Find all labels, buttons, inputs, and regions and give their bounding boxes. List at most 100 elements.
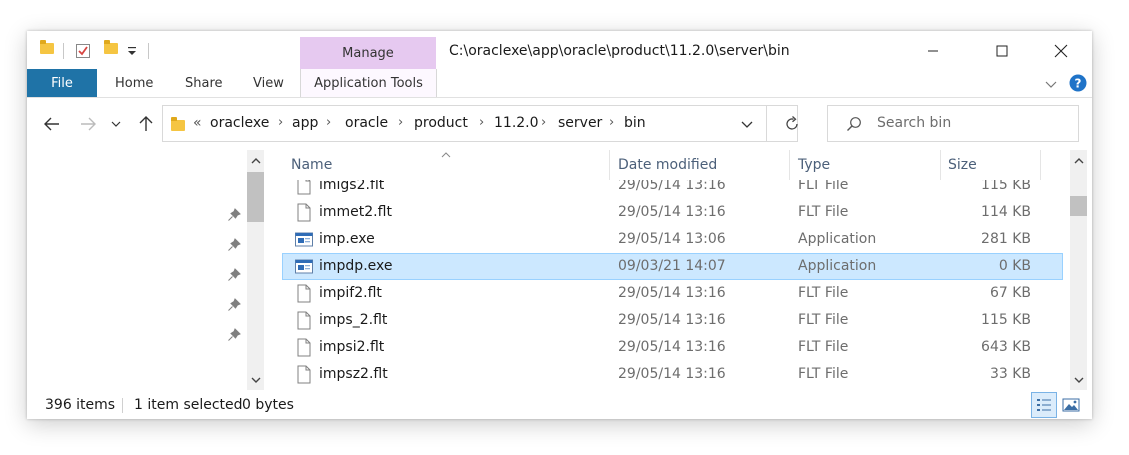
folder-icon: [171, 117, 185, 131]
file-row[interactable]: immet2.flt 29/05/14 13:16 FLT File 114 K…: [282, 199, 1067, 226]
breadcrumb-separator-icon[interactable]: ›: [398, 115, 403, 130]
tab-home[interactable]: Home: [115, 69, 153, 98]
pin-icon[interactable]: [227, 208, 241, 222]
refresh-icon: [786, 116, 798, 130]
file-type: FLT File: [798, 285, 849, 301]
file-name: impsi2.flt: [319, 339, 385, 355]
breadcrumb-separator-icon[interactable]: ›: [479, 115, 484, 130]
breadcrumb-overflow[interactable]: «: [193, 115, 202, 131]
file-row[interactable]: imps_2.flt 29/05/14 13:16 FLT File 115 K…: [282, 307, 1067, 334]
file-date: 29/05/14 13:16: [618, 366, 726, 382]
file-name: immet2.flt: [319, 204, 392, 220]
breadcrumb-app[interactable]: app: [292, 115, 318, 131]
window-title: C:\oraclexe\app\oracle\product\11.2.0\se…: [449, 43, 790, 59]
chevron-down-icon: [1074, 377, 1083, 383]
file-date: 09/03/21 14:07: [618, 258, 726, 274]
minimize-button[interactable]: [910, 35, 956, 67]
address-bar[interactable]: « oraclexe › app › oracle › product › 11…: [162, 105, 798, 142]
column-divider[interactable]: [940, 150, 941, 180]
breadcrumb-bin[interactable]: bin: [624, 115, 646, 131]
arrow-left-icon: [44, 117, 59, 131]
tab-view[interactable]: View: [253, 69, 284, 98]
address-divider: [766, 106, 767, 141]
column-header-name[interactable]: Name: [291, 157, 332, 173]
pin-icon[interactable]: [227, 268, 241, 282]
minimize-icon: [928, 50, 938, 52]
manage-contextual-tab[interactable]: Manage: [300, 37, 436, 69]
file-name: impdp.exe: [319, 258, 393, 274]
file-list-scroll-thumb[interactable]: [1070, 196, 1087, 216]
large-icons-view-button[interactable]: [1058, 392, 1084, 418]
breadcrumb-separator-icon[interactable]: ›: [609, 115, 614, 130]
tab-file[interactable]: File: [27, 69, 97, 98]
file-name: imp.exe: [319, 231, 375, 247]
up-button[interactable]: [135, 113, 157, 135]
close-button[interactable]: [1038, 35, 1084, 67]
search-box[interactable]: Search bin: [827, 105, 1079, 142]
maximize-button[interactable]: [979, 35, 1025, 67]
refresh-button[interactable]: [782, 114, 802, 134]
chevron-down-icon: [1045, 81, 1057, 88]
breadcrumb-product[interactable]: product: [414, 115, 468, 131]
exe-icon: [295, 232, 313, 247]
file-size: 115 KB: [981, 180, 1031, 193]
file-list-scrollbar[interactable]: [1070, 150, 1087, 390]
help-button[interactable]: ?: [1069, 74, 1087, 92]
document-icon: [297, 311, 311, 330]
file-date: 29/05/14 13:06: [618, 231, 726, 247]
nav-pane-scroll-thumb[interactable]: [247, 172, 264, 222]
document-icon: [297, 365, 311, 384]
breadcrumb-separator-icon[interactable]: ›: [541, 115, 546, 130]
column-header-date[interactable]: Date modified: [618, 157, 717, 173]
breadcrumb-separator-icon[interactable]: ›: [278, 115, 283, 130]
column-divider[interactable]: [789, 150, 790, 180]
column-header-type[interactable]: Type: [798, 157, 830, 173]
pin-icon[interactable]: [227, 238, 241, 252]
file-row-selected[interactable]: impdp.exe 09/03/21 14:07 Application 0 K…: [282, 253, 1063, 280]
pin-icon[interactable]: [227, 328, 241, 342]
tab-share[interactable]: Share: [185, 69, 223, 98]
column-divider[interactable]: [1040, 150, 1041, 180]
help-icon: ?: [1069, 74, 1087, 92]
file-row[interactable]: impsz2.flt 29/05/14 13:16 FLT File 33 KB: [282, 361, 1067, 388]
chevron-down-icon: [741, 121, 753, 128]
nav-scroll-down-button[interactable]: [247, 371, 264, 388]
chevron-up-icon: [1074, 157, 1083, 163]
sort-ascending-icon: [441, 147, 451, 158]
recent-locations-button[interactable]: [109, 113, 123, 135]
properties-icon[interactable]: [75, 43, 91, 59]
file-row[interactable]: imp.exe 29/05/14 13:06 Application 281 K…: [282, 226, 1067, 253]
new-folder-icon[interactable]: [104, 40, 118, 54]
qat-customize-icon[interactable]: [126, 42, 138, 58]
nav-scroll-up-button[interactable]: [247, 152, 264, 169]
tab-application-tools[interactable]: Application Tools: [300, 69, 437, 98]
breadcrumb-server[interactable]: server: [558, 115, 602, 131]
breadcrumb-version[interactable]: 11.2.0: [494, 115, 539, 131]
list-scroll-down-button[interactable]: [1070, 371, 1087, 388]
breadcrumb-oracle[interactable]: oracle: [345, 115, 388, 131]
details-view-button[interactable]: [1031, 392, 1057, 418]
file-date: 29/05/14 13:16: [618, 204, 726, 220]
file-size: 115 KB: [981, 312, 1031, 328]
file-row[interactable]: imigs2.flt 29/05/14 13:16 FLT File 115 K…: [282, 180, 1067, 199]
column-divider[interactable]: [609, 150, 610, 180]
back-button[interactable]: [41, 113, 63, 135]
breadcrumb-separator-icon[interactable]: ›: [326, 115, 331, 130]
expand-ribbon-button[interactable]: [1044, 77, 1058, 91]
file-size: 643 KB: [981, 339, 1031, 355]
pin-icon[interactable]: [227, 298, 241, 312]
file-type: FLT File: [798, 312, 849, 328]
file-size: 33 KB: [989, 366, 1031, 382]
file-list: imigs2.flt 29/05/14 13:16 FLT File 115 K…: [282, 180, 1067, 389]
svg-text:?: ?: [1075, 77, 1082, 91]
address-history-button[interactable]: [740, 117, 754, 131]
forward-button[interactable]: [77, 113, 99, 135]
breadcrumb-oraclexe[interactable]: oraclexe: [210, 115, 269, 131]
file-row[interactable]: impif2.flt 29/05/14 13:16 FLT File 67 KB: [282, 280, 1067, 307]
chevron-down-icon: [111, 121, 121, 127]
document-icon: [297, 338, 311, 357]
list-scroll-up-button[interactable]: [1070, 152, 1087, 169]
column-header-size[interactable]: Size: [948, 157, 977, 173]
file-row[interactable]: impsi2.flt 29/05/14 13:16 FLT File 643 K…: [282, 334, 1067, 361]
file-type: FLT File: [798, 180, 849, 193]
